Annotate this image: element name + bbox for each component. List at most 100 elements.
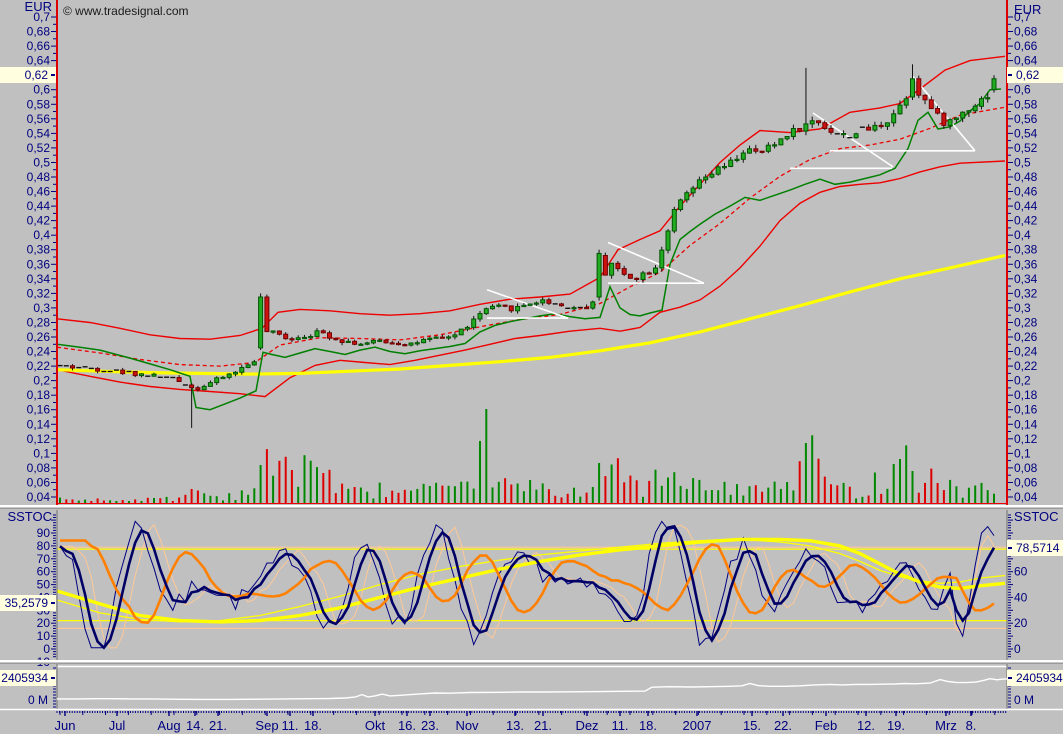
svg-text:0,56: 0,56 (1014, 112, 1038, 126)
svg-text:0,32: 0,32 (27, 286, 51, 300)
svg-text:0,6: 0,6 (33, 83, 50, 97)
svg-text:0,5: 0,5 (33, 155, 50, 169)
svg-text:11.: 11. (611, 718, 628, 733)
tick-dash (51, 74, 55, 76)
tick-dash (1008, 677, 1012, 679)
svg-text:0,3: 0,3 (1014, 301, 1031, 315)
cumulative-volume-line (57, 679, 1007, 700)
svg-text:0,66: 0,66 (1014, 39, 1038, 53)
svg-text:0,46: 0,46 (27, 185, 51, 199)
volume-zero-label-right: 0 M (1014, 693, 1034, 707)
price-panel (57, 56, 1005, 409)
svg-text:0,16: 0,16 (1014, 403, 1038, 417)
svg-text:0,32: 0,32 (1014, 286, 1038, 300)
svg-text:0,66: 0,66 (27, 39, 51, 53)
svg-text:14.: 14. (186, 718, 204, 733)
svg-text:0,58: 0,58 (27, 97, 51, 111)
svg-text:22.: 22. (774, 718, 792, 733)
svg-text:0,18: 0,18 (1014, 388, 1038, 402)
svg-text:0,04: 0,04 (27, 490, 51, 504)
svg-text:19.: 19. (887, 718, 905, 733)
svg-text:0,06: 0,06 (1014, 475, 1038, 489)
svg-text:0,6: 0,6 (1014, 83, 1031, 97)
tick-dash (51, 602, 55, 604)
svg-text:0,38: 0,38 (1014, 243, 1038, 257)
svg-text:0,1: 0,1 (33, 446, 50, 460)
svg-text:0: 0 (1014, 642, 1021, 656)
svg-text:20: 20 (1014, 616, 1028, 630)
svg-text:12.: 12. (857, 718, 875, 733)
svg-text:0,36: 0,36 (1014, 257, 1038, 271)
svg-text:0,28: 0,28 (27, 315, 51, 329)
svg-text:Aug: Aug (157, 718, 180, 733)
volume-zero-label-left: 0 M (0, 693, 48, 707)
svg-text:0,14: 0,14 (1014, 417, 1038, 431)
svg-text:0,46: 0,46 (1014, 185, 1038, 199)
sstoc-panel-title-left: SSTOC (0, 510, 52, 524)
svg-text:0,22: 0,22 (27, 359, 51, 373)
volume-highlight-right: 2405934 (1007, 670, 1063, 686)
svg-text:Sep: Sep (255, 718, 278, 733)
svg-text:0,4: 0,4 (1014, 228, 1031, 242)
svg-text:0,22: 0,22 (1014, 359, 1038, 373)
svg-text:0,52: 0,52 (1014, 141, 1038, 155)
tradesignal-chart-window: 0,70,70,680,680,660,660,640,640,60,60,58… (0, 0, 1063, 734)
price-highlight-right: 0,62 (1007, 67, 1063, 83)
svg-text:0,06: 0,06 (27, 475, 51, 489)
svg-text:0,52: 0,52 (27, 141, 51, 155)
svg-text:0,44: 0,44 (1014, 199, 1038, 213)
price-highlight-left: 0,62 (0, 67, 56, 83)
svg-text:0,4: 0,4 (33, 228, 50, 242)
svg-text:0,48: 0,48 (1014, 170, 1038, 184)
svg-text:0,54: 0,54 (1014, 126, 1038, 140)
svg-text:Okt: Okt (365, 718, 386, 733)
svg-text:0,56: 0,56 (27, 112, 51, 126)
svg-text:0,42: 0,42 (27, 214, 51, 228)
svg-text:0,48: 0,48 (27, 170, 51, 184)
svg-text:0,64: 0,64 (1014, 54, 1038, 68)
svg-text:0,54: 0,54 (27, 126, 51, 140)
price-axis-unit-right: EUR (1014, 3, 1041, 17)
svg-text:Feb: Feb (815, 718, 837, 733)
svg-text:0,34: 0,34 (1014, 272, 1038, 286)
svg-text:0,42: 0,42 (1014, 214, 1038, 228)
volume-bars (57, 409, 1007, 504)
svg-text:0,04: 0,04 (1014, 490, 1038, 504)
svg-text:0,16: 0,16 (27, 403, 51, 417)
sstoc-panel (57, 521, 1007, 647)
copyright-text: © www.tradesignal.com (63, 4, 189, 18)
svg-text:0,44: 0,44 (27, 199, 51, 213)
svg-text:0,68: 0,68 (1014, 25, 1038, 39)
svg-text:21.: 21. (209, 718, 227, 733)
chart-canvas: 0,70,70,680,680,660,660,640,640,60,60,58… (0, 0, 1063, 734)
price-axis-unit-left: EUR (0, 0, 52, 14)
svg-text:2007: 2007 (683, 718, 712, 733)
tick-dash (1008, 547, 1012, 549)
svg-text:20: 20 (37, 616, 51, 630)
svg-text:0,68: 0,68 (27, 25, 51, 39)
svg-text:0,26: 0,26 (27, 330, 51, 344)
svg-text:0,58: 0,58 (1014, 97, 1038, 111)
svg-text:0,08: 0,08 (27, 461, 51, 475)
svg-text:0,36: 0,36 (27, 257, 51, 271)
sstoc-highlight-left: 35,2579 (0, 595, 56, 611)
svg-text:Mrz: Mrz (935, 718, 957, 733)
svg-text:0,28: 0,28 (1014, 315, 1038, 329)
svg-text:21.: 21. (534, 718, 552, 733)
svg-text:0,14: 0,14 (27, 417, 51, 431)
svg-text:Nov: Nov (455, 718, 479, 733)
svg-text:60: 60 (1014, 565, 1028, 579)
svg-text:0,24: 0,24 (1014, 345, 1038, 359)
svg-text:8.: 8. (966, 718, 977, 733)
svg-text:0,08: 0,08 (1014, 461, 1038, 475)
svg-text:0,24: 0,24 (27, 345, 51, 359)
svg-text:10: 10 (37, 629, 51, 643)
tick-dash (1008, 74, 1012, 76)
sstoc-panel-title-right: SSTOC (1014, 510, 1059, 524)
svg-text:0,12: 0,12 (1014, 432, 1038, 446)
svg-text:Jul: Jul (109, 718, 126, 733)
svg-text:0,26: 0,26 (1014, 330, 1038, 344)
svg-text:0,18: 0,18 (27, 388, 51, 402)
volume-highlight-left: 2405934 (0, 670, 56, 686)
x-axis: JunJulAug14.21.Sep11.18.Okt16.23.Nov13.2… (55, 711, 1006, 733)
